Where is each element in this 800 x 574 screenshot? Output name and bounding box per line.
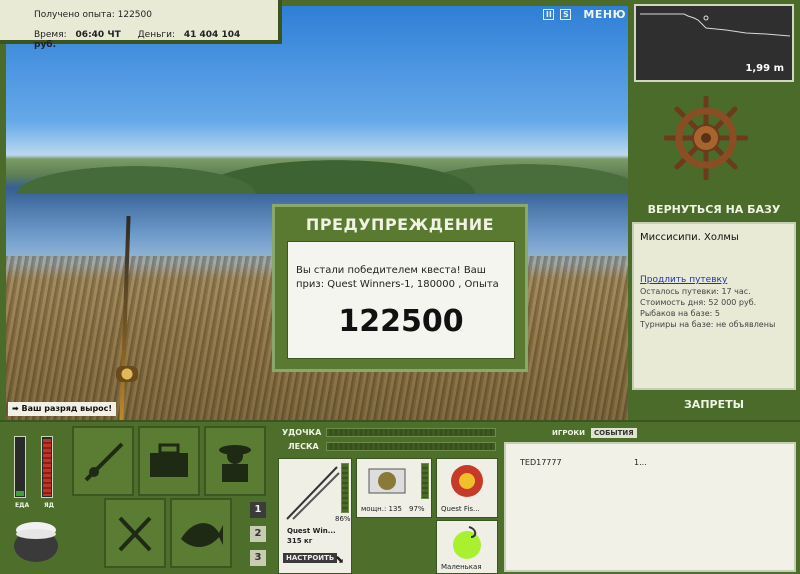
players-list: TED17777 1... <box>504 442 796 572</box>
player-value: 1... <box>634 458 647 467</box>
warning-number: 122500 <box>338 304 464 339</box>
extend-trip-link[interactable]: Продлить путевку <box>640 275 788 285</box>
fork-knife-icon <box>118 516 152 552</box>
top-controls: II S МЕНЮ <box>543 8 626 21</box>
day-cost: Стоимость дня: 52 000 руб. <box>640 298 757 307</box>
fisherman-tile[interactable] <box>204 426 266 496</box>
reel-percent: 97% <box>409 505 425 513</box>
location-title: Миссисипи. Холмы <box>640 232 739 243</box>
rod-condition-bar <box>341 463 349 513</box>
rod-percent: 86% <box>335 515 351 523</box>
line-tension-bar <box>326 442 496 451</box>
line-slot[interactable]: Quest Fis... <box>436 458 498 518</box>
reel-power: мощн.: 135 <box>361 505 402 513</box>
money-label: Деньги: <box>137 30 175 40</box>
poison-bar <box>41 436 53 498</box>
hills <box>6 154 628 194</box>
fishing-reel <box>116 366 138 382</box>
food-bar <box>14 436 26 498</box>
slot-button-2[interactable]: 2 <box>250 526 266 542</box>
ship-wheel-icon[interactable] <box>664 96 748 180</box>
warning-body[interactable]: Вы стали победителем квеста! Ваш приз: Q… <box>287 241 515 359</box>
rod-tension-bar <box>326 428 496 437</box>
lure-slot[interactable]: Маленькая <box>436 520 498 574</box>
cauldron-icon[interactable] <box>10 516 62 566</box>
xp-value: 122500 <box>117 10 152 20</box>
back-to-base-button[interactable]: ВЕРНУТЬСЯ НА БАЗУ <box>632 203 796 219</box>
reel-slot[interactable]: мощн.: 135 97% <box>356 458 432 518</box>
food-bar-fill <box>16 491 24 496</box>
rank-up-text: Ваш разряд вырос! <box>21 404 113 413</box>
float-icon <box>703 15 709 21</box>
tournaments-info: Турниры на базе: не объявлены <box>640 320 776 329</box>
pause-icon[interactable]: II <box>543 9 555 20</box>
rod-image <box>286 466 340 520</box>
sound-icon[interactable]: S <box>560 9 572 20</box>
food-label: ЕДА <box>15 502 30 509</box>
warning-dialog: ПРЕДУПРЕЖДЕНИЕ Вы стали победителем квес… <box>272 204 528 372</box>
line-spool-icon <box>451 465 483 497</box>
resize-arrow-icon[interactable]: ⬊ <box>335 553 344 566</box>
fish-icon <box>181 523 223 547</box>
rod-name: Quest Win... <box>287 527 336 535</box>
rank-up-notice: ➡ Ваш разряд вырос! <box>8 402 117 416</box>
time-value: 06:40 ЧТ <box>75 30 121 40</box>
fish-tile[interactable] <box>170 498 232 568</box>
line-label: ЛЕСКА <box>288 442 319 451</box>
slot-button-3[interactable]: 3 <box>250 550 266 566</box>
line-name: Quest Fis... <box>441 505 480 513</box>
xp-row: Получено опыта: 122500 <box>34 10 152 20</box>
rod-icon <box>84 442 124 482</box>
player-info-panel: Получено опыта: 122500 Время: 06:40 ЧТ Д… <box>0 0 282 50</box>
warning-title: ПРЕДУПРЕЖДЕНИЕ <box>305 215 495 234</box>
poison-label: ЯД <box>44 502 54 509</box>
lure-icon <box>453 526 481 559</box>
fishers-count: Рыбаков на базе: 5 <box>640 309 720 318</box>
rod-weight: 315 кг <box>287 537 313 545</box>
warning-message: Вы стали победителем квеста! Ваш приз: Q… <box>296 265 499 290</box>
lure-name: Маленькая <box>441 563 482 571</box>
depth-chart: 1,99 m <box>634 4 794 82</box>
reel-condition-bar <box>421 463 429 499</box>
xp-label: Получено опыта: <box>34 10 115 20</box>
rod-label: УДОЧКА <box>282 428 322 437</box>
time-money-row: Время: 06:40 ЧТ Деньги: 41 404 104 руб. <box>34 30 278 50</box>
menu-button[interactable]: МЕНЮ <box>583 8 626 21</box>
trip-left: Осталось путевки: 17 час. <box>640 287 751 296</box>
slot-button-1[interactable]: 1 <box>250 502 266 518</box>
food-tile[interactable] <box>104 498 166 568</box>
tackle-tile[interactable] <box>72 426 134 496</box>
time-label: Время: <box>34 30 67 40</box>
tackle-box-tile[interactable] <box>138 426 200 496</box>
depth-value: 1,99 m <box>745 63 784 74</box>
setup-button[interactable]: НАСТРОИТЬ <box>283 553 338 563</box>
arrow-icon: ➡ <box>12 404 22 413</box>
tackle-box-icon <box>150 443 188 477</box>
fisherman-icon <box>219 445 251 482</box>
bans-button[interactable]: ЗАПРЕТЫ <box>632 398 796 414</box>
tab-events[interactable]: СОБЫТИЯ <box>590 428 637 438</box>
rod-slot[interactable]: 86% Quest Win... 315 кг НАСТРОИТЬ ⬊ <box>278 458 352 574</box>
player-name[interactable]: TED17777 <box>520 458 562 467</box>
reel-image <box>368 468 406 494</box>
location-panel: Миссисипи. Холмы Продлить путевку Остало… <box>632 222 796 390</box>
info-tabs: ИГРОКИ СОБЫТИЯ <box>552 428 637 438</box>
tab-players[interactable]: ИГРОКИ <box>552 429 585 437</box>
poison-bar-fill <box>43 439 51 496</box>
